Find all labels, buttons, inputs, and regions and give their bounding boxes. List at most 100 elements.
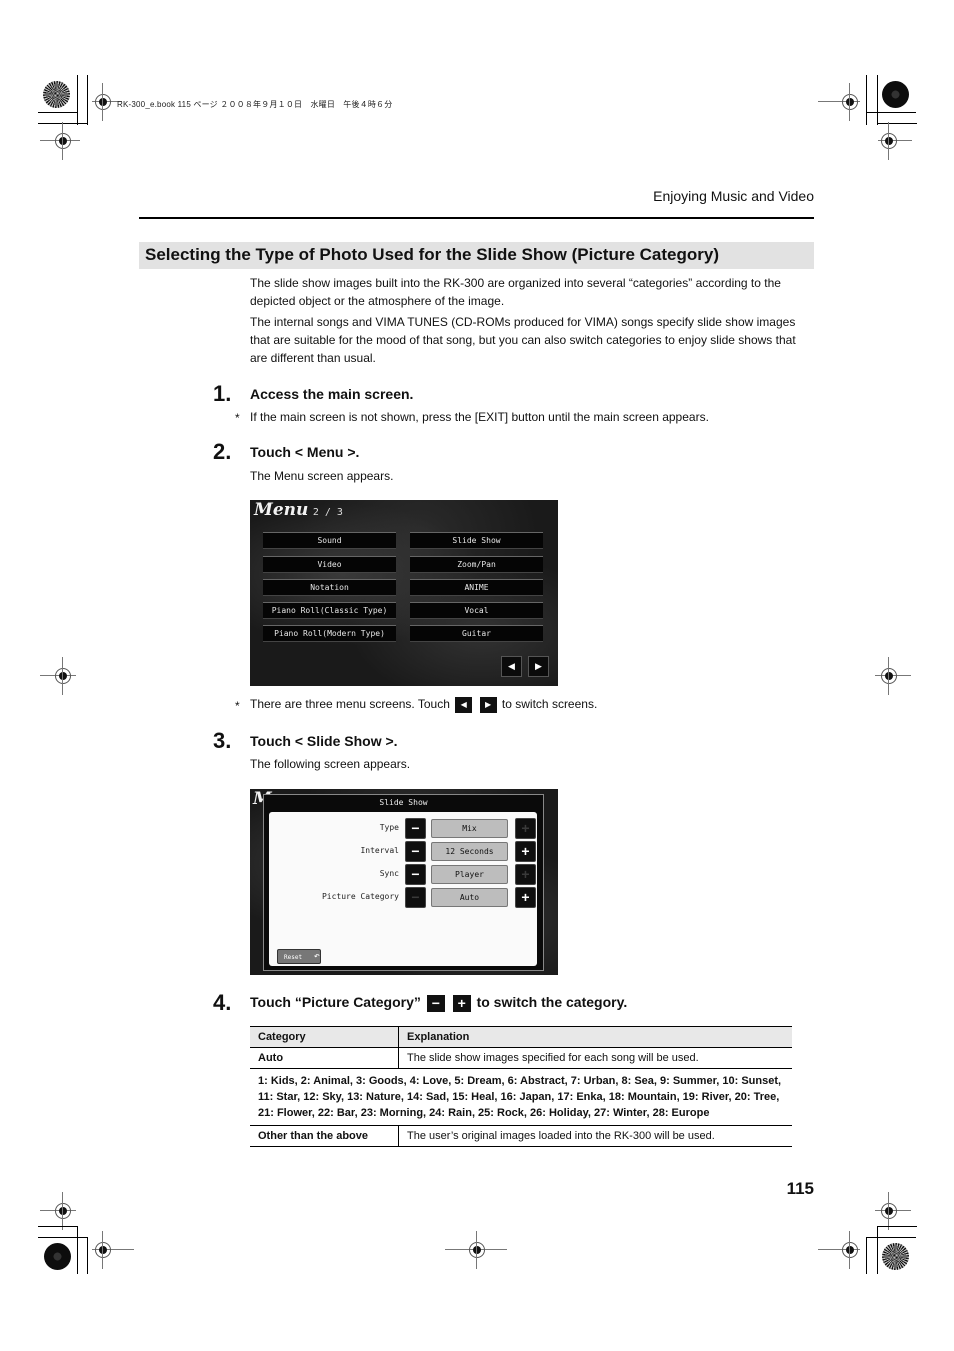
undo-icon: ↶	[313, 951, 320, 962]
crop-mark	[87, 1237, 88, 1274]
picture-category-minus-button: −	[405, 887, 426, 908]
category-list-cell: 1: Kids, 2: Animal, 3: Goods, 4: Love, 5…	[250, 1068, 792, 1126]
sync-value: Player	[431, 865, 508, 884]
dialog-body: Type Interval Sync Picture Category − Mi…	[269, 812, 537, 966]
slideshow-screenshot: M Slide Show Type Interval Sync Picture …	[250, 789, 558, 975]
table-row: Auto The slide show images specified for…	[250, 1047, 792, 1069]
dialog-title: Slide Show	[379, 798, 428, 807]
crop-mark	[866, 1237, 867, 1274]
running-head: Enjoying Music and Video	[653, 188, 814, 204]
table-row: 1: Kids, 2: Animal, 3: Goods, 4: Love, 5…	[250, 1068, 792, 1126]
crop-mark	[877, 1226, 878, 1274]
intro-paragraph: The internal songs and VIMA TUNES (CD-RO…	[250, 315, 796, 365]
reset-label: Reset	[284, 954, 303, 961]
menu-button-sound[interactable]: Sound	[263, 532, 396, 549]
crop-mark	[866, 1237, 916, 1238]
next-page-button[interactable]: ▶	[528, 656, 549, 677]
registration-mark-icon	[55, 122, 71, 160]
type-plus-button: +	[515, 818, 536, 839]
crop-mark	[77, 1226, 78, 1274]
sync-label: Sync	[379, 869, 399, 878]
menu-page-indicator: 2 / 3	[312, 507, 343, 518]
picture-category-plus-button[interactable]: +	[515, 887, 536, 908]
prev-page-button[interactable]: ◀	[501, 656, 522, 677]
crop-mark	[38, 112, 78, 113]
step-title: Touch < Slide Show >.	[250, 733, 398, 749]
picture-category-label: Picture Category	[321, 892, 399, 901]
step-description: The following screen appears.	[250, 757, 411, 771]
color-target-icon	[882, 1243, 909, 1270]
slideshow-dialog: Slide Show Type Interval Sync Picture Ca…	[263, 794, 544, 971]
header-rule	[139, 217, 814, 219]
menu-button-piano-roll-classic[interactable]: Piano Roll(Classic Type)	[263, 602, 396, 619]
explanation-cell: The slide show images specified for each…	[398, 1047, 792, 1069]
left-arrow-icon: ◀	[508, 661, 515, 671]
registration-mark-icon	[469, 1231, 485, 1269]
registration-mark-icon	[881, 122, 897, 160]
step-note: If the main screen is not shown, press t…	[250, 410, 709, 424]
crop-mark	[38, 1237, 88, 1238]
menu-button-notation[interactable]: Notation	[263, 579, 396, 596]
sync-minus-button[interactable]: −	[405, 864, 426, 885]
plus-icon: +	[521, 820, 530, 836]
interval-label: Interval	[360, 846, 399, 855]
crop-mark	[866, 75, 867, 125]
type-minus-button[interactable]: −	[405, 818, 426, 839]
step-title: Touch < Menu >.	[250, 444, 360, 460]
menu-header: Menu 2 / 3	[254, 500, 343, 520]
step-title: Touch “Picture Category” − + to switch t…	[250, 994, 627, 1012]
plus-icon: +	[452, 994, 471, 1012]
menu-button-piano-roll-modern[interactable]: Piano Roll(Modern Type)	[263, 625, 396, 642]
type-label: Type	[379, 823, 399, 832]
plus-icon: +	[521, 889, 530, 905]
interval-plus-button[interactable]: +	[515, 841, 536, 862]
color-target-icon	[43, 81, 70, 108]
crop-mark	[877, 123, 917, 124]
menu-button-video[interactable]: Video	[263, 556, 396, 573]
explanation-cell: The user’s original images loaded into t…	[398, 1125, 792, 1147]
step-number: 1.	[213, 381, 232, 406]
menu-note: There are three menu screens. Touch ◀ ▶ …	[250, 697, 597, 713]
intro-paragraph: The slide show images built into the RK-…	[250, 276, 781, 308]
picture-category-value: Auto	[431, 888, 508, 907]
step-title-text: Touch “Picture Category”	[250, 994, 421, 1010]
type-value: Mix	[431, 819, 508, 838]
plus-icon: +	[521, 843, 530, 859]
crop-mark	[877, 75, 878, 125]
crop-mark	[38, 1226, 78, 1227]
note-asterisk: *	[235, 411, 240, 425]
step-number: 2.	[213, 439, 232, 464]
registration-mark-icon	[881, 657, 897, 695]
table-header-row: Category Explanation	[250, 1026, 792, 1048]
registration-mark-icon	[842, 83, 858, 121]
category-cell: Other than the above	[250, 1125, 399, 1147]
right-arrow-icon: ▶	[479, 697, 497, 713]
menu-button-zoom-pan[interactable]: Zoom/Pan	[410, 556, 543, 573]
print-slug: RK-300_e.book 115 ページ ２００８年９月１０日 水曜日 午後４…	[117, 100, 393, 109]
menu-button-anime[interactable]: ANIME	[410, 579, 543, 596]
color-target-icon	[44, 1243, 71, 1270]
menu-button-vocal[interactable]: Vocal	[410, 602, 543, 619]
minus-icon: −	[411, 820, 420, 836]
reset-button[interactable]: Reset ↶	[277, 949, 321, 964]
menu-title: Menu	[254, 500, 309, 520]
left-arrow-icon: ◀	[455, 697, 473, 713]
table-row: Other than the above The user’s original…	[250, 1125, 792, 1147]
registration-mark-icon	[55, 1192, 71, 1230]
category-cell: Auto	[250, 1047, 399, 1069]
column-header-explanation: Explanation	[398, 1026, 792, 1048]
menu-button-guitar[interactable]: Guitar	[410, 625, 543, 642]
step-description: The Menu screen appears.	[250, 469, 394, 483]
crop-mark	[866, 112, 916, 113]
crop-mark	[87, 75, 88, 125]
registration-mark-icon	[881, 1192, 897, 1230]
color-target-icon	[882, 81, 909, 108]
menu-button-slide-show[interactable]: Slide Show	[410, 532, 543, 549]
note-asterisk: *	[235, 699, 240, 713]
interval-minus-button[interactable]: −	[405, 841, 426, 862]
menu-note-text: to switch screens.	[501, 697, 598, 712]
menu-screenshot: Menu 2 / 3 Sound Video Notation Piano Ro…	[250, 500, 558, 686]
crop-mark	[77, 75, 78, 125]
crop-mark	[38, 123, 88, 124]
step-number: 3.	[213, 728, 232, 753]
